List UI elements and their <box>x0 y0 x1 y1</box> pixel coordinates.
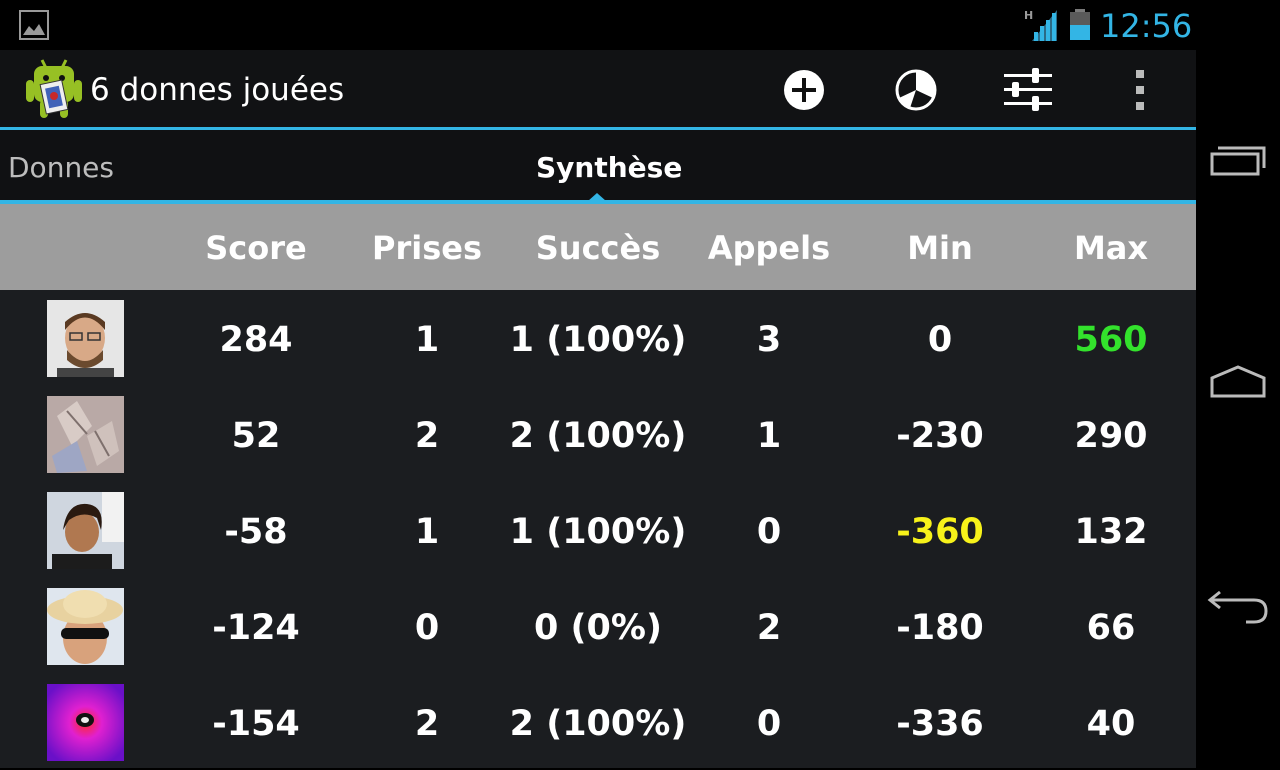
pie-chart-icon <box>895 69 937 111</box>
table-header: Score Prises Succès Appels Min Max <box>0 204 1196 290</box>
image-notification-icon <box>19 10 49 40</box>
stats-button[interactable] <box>886 60 946 120</box>
signal-icon: H <box>1024 9 1057 41</box>
overflow-menu-icon <box>1136 70 1144 110</box>
add-button[interactable] <box>774 60 834 120</box>
score-value: -154 <box>212 704 300 744</box>
table-row[interactable]: -58 1 1 (100%) 0 -360 132 <box>0 482 1196 578</box>
score-value: 284 <box>219 320 293 360</box>
player-4-avatar <box>47 588 124 665</box>
table-row[interactable]: -124 0 0 (0%) 2 -180 66 <box>0 578 1196 674</box>
table-row[interactable]: 284 1 1 (100%) 3 0 560 <box>0 290 1196 386</box>
status-bar: H 12:56 <box>0 0 1196 50</box>
tab-donnes[interactable]: Donnes <box>8 150 114 186</box>
column-header-succes: Succès <box>535 229 661 267</box>
column-header-score: Score <box>205 229 307 267</box>
settings-button[interactable] <box>998 60 1058 120</box>
min-value: -180 <box>896 608 984 648</box>
max-value: 132 <box>1074 512 1148 552</box>
appels-value: 0 <box>756 704 782 744</box>
clock: 12:56 <box>1100 7 1193 45</box>
home-button[interactable] <box>1206 352 1270 412</box>
overflow-menu-button[interactable] <box>1110 60 1170 120</box>
action-bar: 6 donnes jouées <box>0 50 1196 127</box>
home-icon <box>1210 365 1266 398</box>
score-value: -58 <box>224 512 288 552</box>
max-value: 560 <box>1074 320 1148 360</box>
min-value: -360 <box>896 512 984 552</box>
network-type-label: H <box>1024 9 1033 22</box>
player-3-avatar <box>47 492 124 569</box>
table-body: 284 1 1 (100%) 3 0 560 52 2 2 (100%) 1 -… <box>0 290 1196 768</box>
recent-apps-button[interactable] <box>1206 130 1270 190</box>
max-value: 40 <box>1086 704 1136 744</box>
max-value: 290 <box>1074 416 1148 456</box>
back-button[interactable] <box>1206 576 1270 636</box>
min-value: -336 <box>896 704 984 744</box>
page-title: 6 donnes jouées <box>90 72 345 108</box>
min-value: 0 <box>927 320 953 360</box>
back-icon <box>1207 590 1268 624</box>
column-header-min: Min <box>907 229 973 267</box>
score-value: 52 <box>231 416 281 456</box>
tab-synthese[interactable]: Synthèse <box>536 150 682 186</box>
tab-bar: Donnes Synthèse <box>0 130 1196 201</box>
appels-value: 3 <box>756 320 782 360</box>
navigation-bar <box>1196 0 1280 768</box>
player-5-avatar <box>47 684 124 761</box>
table-row[interactable]: 52 2 2 (100%) 1 -230 290 <box>0 386 1196 482</box>
appels-value: 2 <box>756 608 782 648</box>
column-header-max: Max <box>1073 229 1149 267</box>
app-logo-icon[interactable] <box>24 58 84 120</box>
max-value: 66 <box>1086 608 1136 648</box>
recent-apps-icon <box>1210 146 1266 176</box>
player-1-avatar <box>47 300 124 377</box>
appels-value: 0 <box>756 512 782 552</box>
table-row[interactable]: -154 2 2 (100%) 0 -336 40 <box>0 674 1196 770</box>
battery-icon <box>1070 9 1090 40</box>
player-2-avatar <box>47 396 124 473</box>
add-icon <box>784 70 824 110</box>
settings-sliders-icon <box>1004 68 1052 111</box>
column-header-appels: Appels <box>707 229 831 267</box>
min-value: -230 <box>896 416 984 456</box>
column-header-prises: Prises <box>372 229 482 267</box>
appels-value: 1 <box>756 416 782 456</box>
score-value: -124 <box>212 608 300 648</box>
